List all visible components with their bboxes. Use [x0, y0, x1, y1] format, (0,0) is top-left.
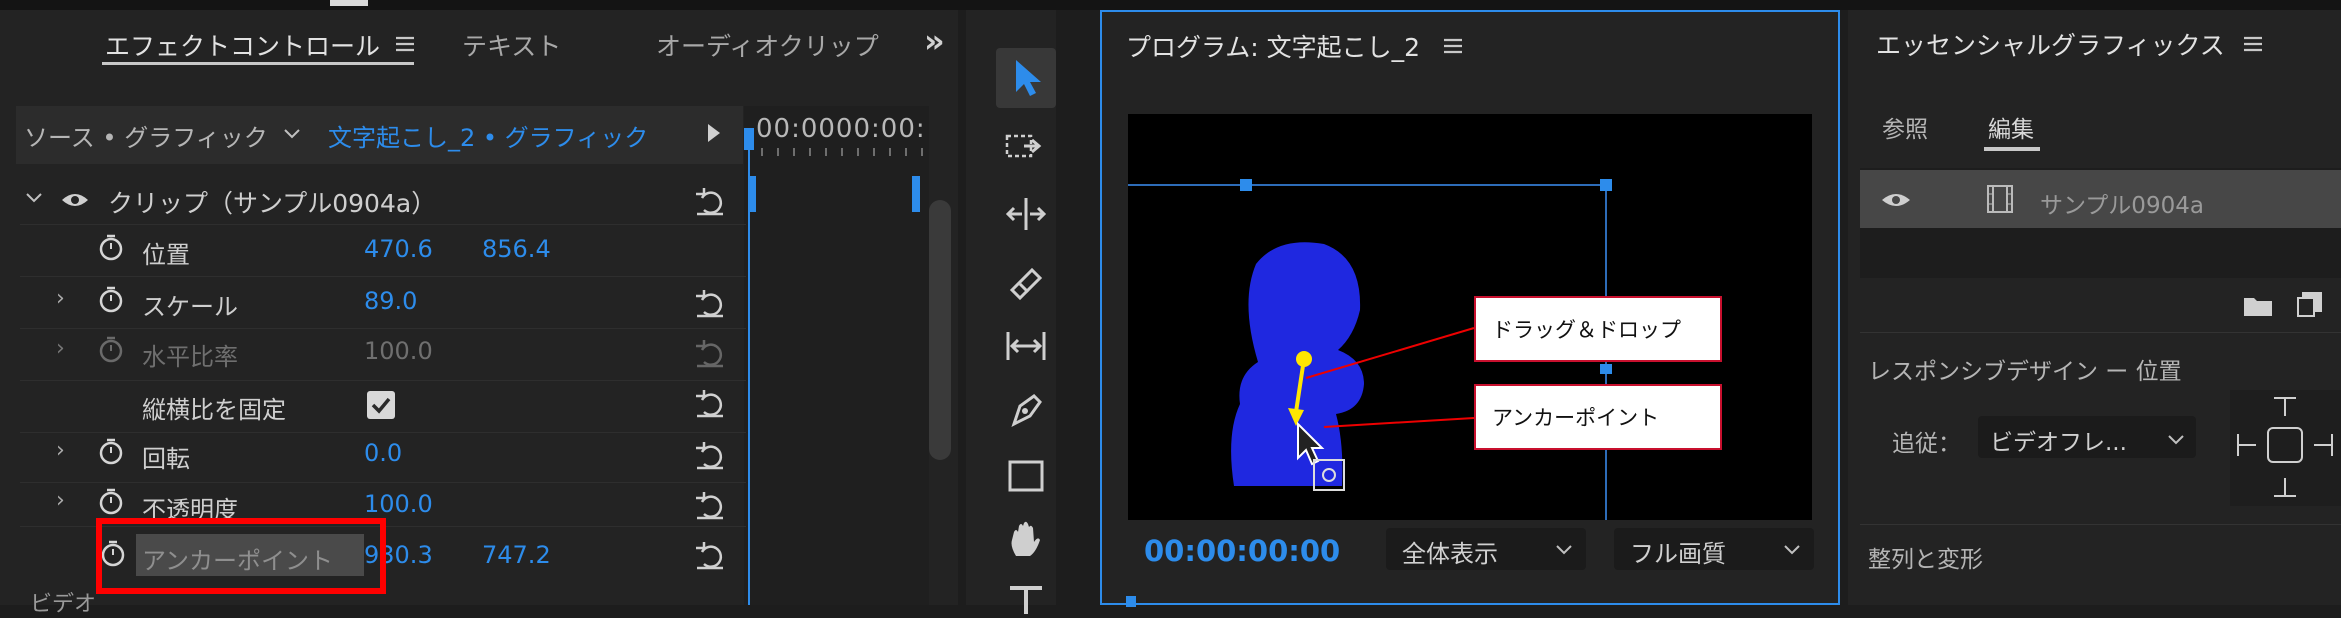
type-tool-icon[interactable] [1006, 584, 1046, 618]
prop-position-label: 位置 [142, 241, 190, 269]
ripple-edit-tool-icon[interactable] [1004, 194, 1048, 238]
responsive-design-label: レスポンシブデザイン ー 位置 [1868, 359, 2182, 385]
edit-tab-underline [1984, 147, 2040, 151]
expand-chevron-icon[interactable]: › [56, 336, 65, 361]
prop-scale-label: スケール [142, 293, 238, 321]
program-title: プログラム: 文字起こし_2 [1126, 33, 1421, 62]
play-icon[interactable] [706, 122, 722, 148]
program-timecode[interactable]: 00:00:00:00 [1144, 534, 1340, 568]
position-y-value[interactable]: 856.4 [482, 235, 551, 263]
track-select-tool-icon[interactable] [1004, 126, 1048, 170]
anchor-y-value[interactable]: 747.2 [482, 541, 551, 569]
chevron-down-icon [2166, 432, 2186, 451]
active-tab-underline [102, 62, 414, 65]
essential-graphics-title: エッセンシャルグラフィックス [1876, 31, 2225, 60]
stopwatch-icon [98, 336, 124, 368]
program-playhead[interactable] [1126, 596, 1136, 607]
reset-icon [694, 338, 726, 372]
reset-icon[interactable] [694, 388, 726, 422]
callout-anchor-point: アンカーポイント [1474, 384, 1722, 450]
sequence-label[interactable]: 文字起こし_2 • グラフィック [328, 118, 648, 153]
stopwatch-icon[interactable] [98, 234, 124, 266]
stopwatch-icon[interactable] [98, 438, 124, 470]
hand-tool-icon[interactable] [1006, 518, 1046, 566]
tab-edit[interactable]: 編集 [1988, 110, 2034, 144]
follow-label: 追従： [1892, 431, 1961, 457]
pen-tool-icon[interactable] [1006, 390, 1046, 434]
prop-lock-aspect-label: 縦横比を固定 [142, 396, 286, 424]
reset-icon[interactable] [694, 540, 726, 574]
reset-icon[interactable] [694, 288, 726, 322]
tab-text[interactable]: テキスト [462, 27, 561, 63]
reset-icon[interactable] [694, 440, 726, 474]
mini-timeline [744, 106, 929, 605]
opacity-value[interactable]: 100.0 [364, 490, 433, 518]
prop-rotation-label: 回転 [142, 445, 190, 473]
align-transform-label: 整列と変形 [1868, 547, 1983, 573]
source-label: ソース • グラフィック [24, 124, 268, 152]
program-monitor-panel: プログラム: 文字起こし_2 ドラッグ＆ドロップ アンカーポイント 00:00:… [1100, 10, 1840, 607]
chevron-down-icon [1554, 542, 1574, 561]
razor-tool-icon[interactable] [1006, 262, 1046, 306]
tab-audio-clip[interactable]: オーディオクリップ [656, 27, 879, 63]
chevron-down-icon[interactable] [24, 190, 44, 209]
menu-icon[interactable] [1442, 36, 1464, 60]
eye-icon[interactable] [60, 190, 90, 214]
chevron-down-icon [1782, 542, 1802, 561]
horizontal-ratio-value: 100.0 [364, 337, 433, 365]
pin-edges-icon[interactable] [2228, 388, 2341, 512]
new-folder-icon[interactable] [2242, 292, 2274, 322]
ruler-ticks [761, 148, 923, 156]
video-section-label: ビデオ [30, 592, 97, 617]
position-x-value[interactable]: 470.6 [364, 235, 433, 263]
clip-header: クリップ（サンプル0904a） [108, 189, 437, 218]
expand-chevron-icon[interactable]: › [56, 438, 65, 463]
callout-drag-and-drop: ドラッグ＆ドロップ [1474, 296, 1722, 362]
more-tabs-icon[interactable]: » [924, 22, 945, 60]
zoom-value: 全体表示 [1402, 540, 1498, 568]
reset-icon[interactable] [694, 490, 726, 524]
stopwatch-icon[interactable] [98, 286, 124, 318]
checkbox-checked-icon[interactable] [366, 390, 396, 424]
stopwatch-icon[interactable] [98, 488, 124, 520]
chevron-down-icon[interactable] [282, 126, 302, 145]
tools-panel [966, 10, 1056, 614]
tab-effect-controls[interactable]: エフェクトコントロール [105, 27, 380, 63]
follow-value: ビデオフレ... [1990, 430, 2127, 456]
selection-tool-icon[interactable] [1012, 58, 1044, 102]
prop-horizontal-ratio-label: 水平比率 [142, 343, 238, 371]
layer-name: サンプル0904a [2040, 193, 2204, 219]
menu-icon[interactable] [394, 34, 416, 58]
film-icon [1986, 184, 2014, 218]
slip-tool-icon[interactable] [1002, 326, 1050, 370]
expand-chevron-icon[interactable]: › [56, 488, 65, 513]
quality-value: フル画質 [1630, 540, 1726, 568]
expand-chevron-icon[interactable]: › [56, 286, 65, 311]
highlight-box [96, 518, 386, 594]
effect-controls-panel: エフェクトコントロール テキスト オーディオクリップ » ソース • グラフィッ… [0, 10, 958, 617]
mini-timecode: 00:0000:00: [756, 114, 926, 144]
rectangle-tool-icon[interactable] [1006, 458, 1048, 502]
eye-icon[interactable] [1880, 190, 1912, 214]
essential-graphics-panel: エッセンシャルグラフィックス 参照 編集 サンプル0904a レスポンシブデザイ… [1848, 10, 2341, 605]
menu-icon[interactable] [2242, 34, 2264, 58]
new-layer-icon[interactable] [2296, 290, 2326, 324]
scale-value[interactable]: 89.0 [364, 287, 417, 315]
tab-browse[interactable]: 参照 [1882, 110, 1928, 144]
scrollbar[interactable] [929, 200, 951, 460]
rotation-value[interactable]: 0.0 [364, 439, 402, 467]
reset-icon[interactable] [694, 186, 726, 220]
